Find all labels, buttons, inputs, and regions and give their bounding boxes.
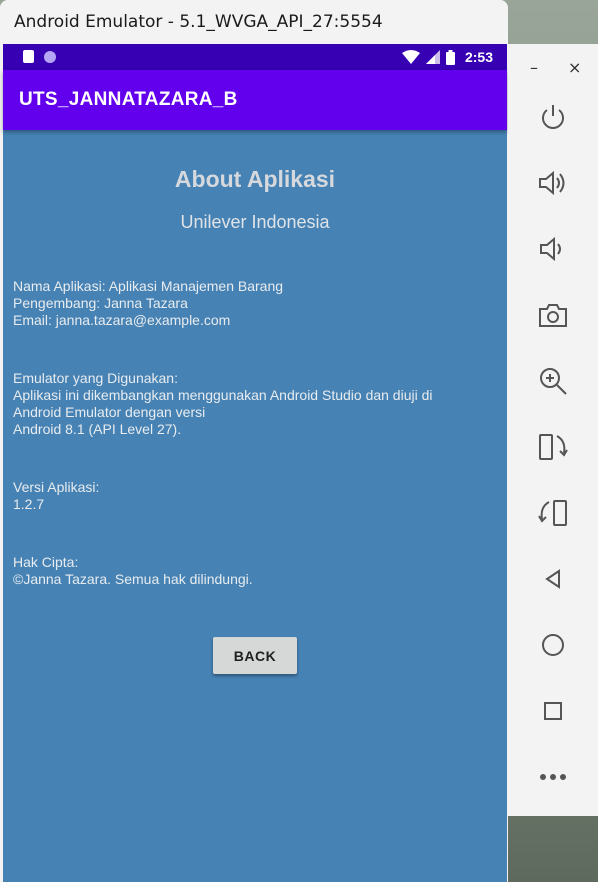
about-content: About Aplikasi Unilever Indonesia Nama A… <box>3 130 507 882</box>
zoom-icon <box>540 368 567 395</box>
signal-icon <box>425 50 440 64</box>
nav-home-button[interactable] <box>508 620 598 670</box>
more-options-button[interactable] <box>508 752 598 802</box>
camera-icon <box>539 304 567 327</box>
copyright-heading: Hak Cipta: <box>13 554 79 570</box>
rotate-left-button[interactable] <box>508 422 598 472</box>
more-icon <box>540 774 566 780</box>
battery-icon <box>445 49 455 65</box>
app-title: UTS_JANNATAZARA_B <box>19 89 238 110</box>
nav-back-button[interactable] <box>508 554 598 604</box>
close-window-button[interactable]: × <box>568 58 581 77</box>
emulator-desc-1: Aplikasi ini dikembangkan menggunakan An… <box>13 387 433 403</box>
device-screen: 2:53 UTS_JANNATAZARA_B About Aplikasi Un… <box>3 44 507 882</box>
zoom-button[interactable] <box>508 356 598 406</box>
page-title: About Aplikasi <box>174 166 336 192</box>
volume-down-button[interactable] <box>508 224 598 274</box>
app-bar: UTS_JANNATAZARA_B <box>3 70 507 130</box>
status-bar: 2:53 <box>3 44 507 70</box>
minimize-button[interactable]: – <box>530 58 538 77</box>
home-icon <box>542 634 564 656</box>
volume-down-icon <box>540 236 561 262</box>
emulator-toolbar: – × <box>508 44 598 816</box>
volume-up-button[interactable] <box>508 158 598 208</box>
status-time: 2:53 <box>464 49 493 65</box>
emulator-window: Android Emulator - 5.1_WVGA_API_27:5554 … <box>0 0 508 882</box>
volume-up-icon <box>539 170 565 196</box>
emulator-info-text: Emulator yang Digunakan: Aplikasi ini di… <box>13 370 483 438</box>
emulator-heading: Emulator yang Digunakan: <box>13 370 178 386</box>
email-line: Email: janna.tazara@example.com <box>13 312 231 328</box>
app-info-text: Nama Aplikasi: Aplikasi Manajemen Barang… <box>13 278 483 329</box>
copyright-value: ©Janna Tazara. Semua hak dilindungi. <box>13 571 253 587</box>
version-value: 1.2.7 <box>13 496 45 512</box>
power-button[interactable] <box>508 92 598 142</box>
power-icon <box>542 105 564 129</box>
page-subtitle: Unilever Indonesia <box>180 212 330 232</box>
app-name-line: Nama Aplikasi: Aplikasi Manajemen Barang <box>13 278 284 294</box>
emulator-desc-2: Android Emulator dengan versi <box>13 404 206 420</box>
emulator-desc-3: Android 8.1 (API Level 27). <box>13 421 182 437</box>
screenshot-button[interactable] <box>508 290 598 340</box>
notification-dot-icon <box>44 51 56 63</box>
back-icon <box>545 569 560 589</box>
copyright-text: Hak Cipta: ©Janna Tazara. Semua hak dili… <box>13 554 483 588</box>
back-button[interactable]: BACK <box>213 637 297 674</box>
window-title: Android Emulator - 5.1_WVGA_API_27:5554 <box>0 0 508 44</box>
sd-card-icon <box>23 50 34 63</box>
version-heading: Versi Aplikasi: <box>13 479 100 495</box>
wifi-icon <box>401 50 420 64</box>
overview-icon <box>544 702 562 720</box>
developer-line: Pengembang: Janna Tazara <box>13 295 188 311</box>
rotate-right-button[interactable] <box>508 488 598 538</box>
version-info-text: Versi Aplikasi: 1.2.7 <box>13 479 483 513</box>
rotate-right-icon <box>538 500 567 526</box>
nav-overview-button[interactable] <box>508 686 598 736</box>
rotate-left-icon <box>539 434 568 460</box>
